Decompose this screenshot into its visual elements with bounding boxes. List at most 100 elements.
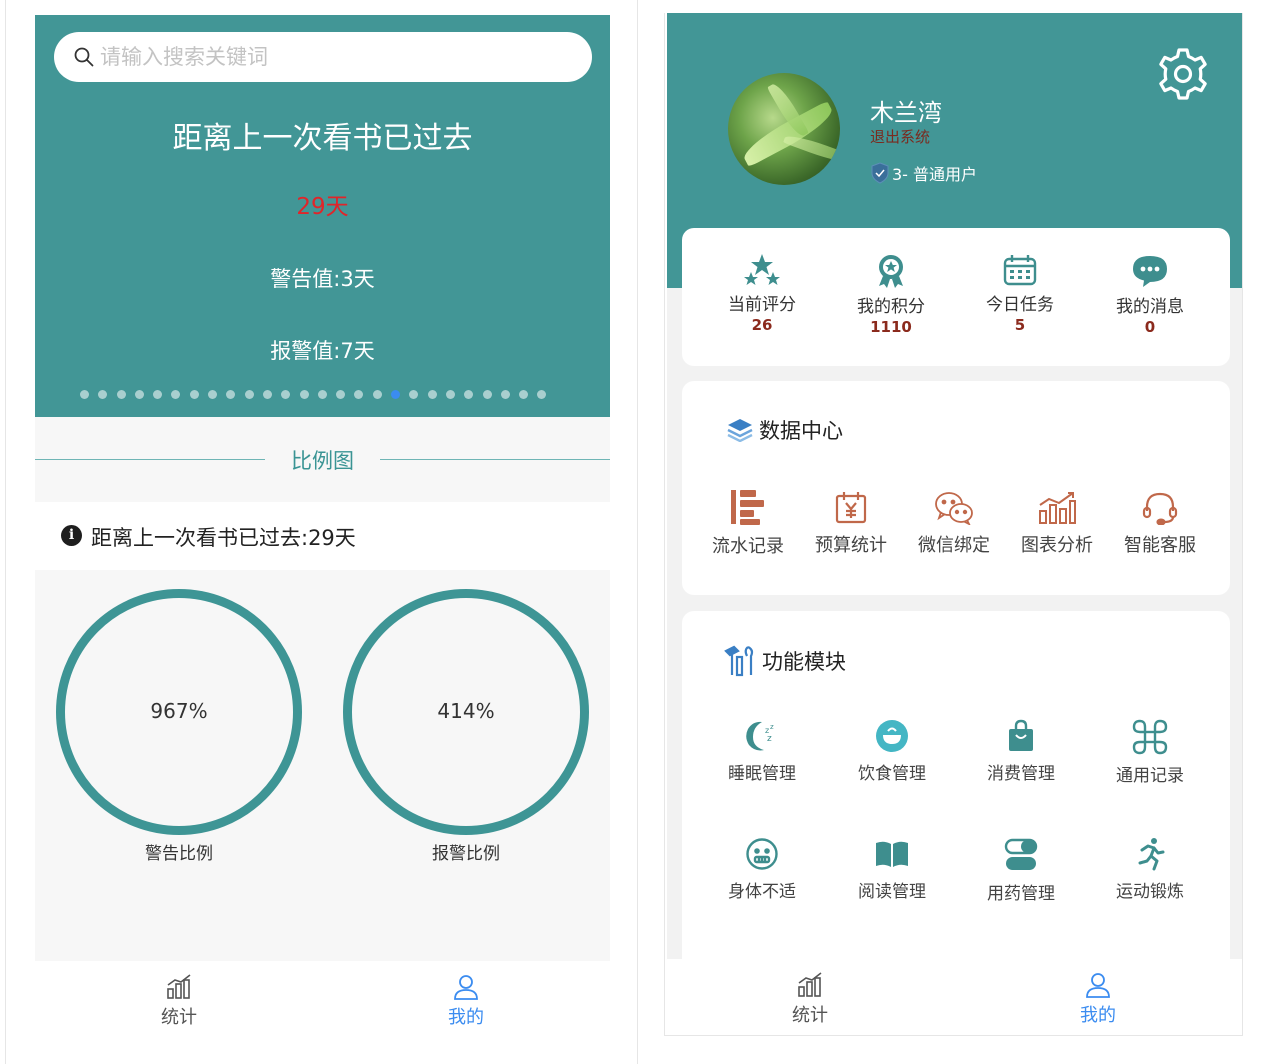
item-label: 阅读管理	[858, 882, 926, 902]
tab-label: 统计	[161, 1007, 197, 1028]
avatar[interactable]	[728, 73, 840, 185]
item-label: 预算统计	[815, 535, 887, 556]
user-icon	[454, 975, 478, 1000]
yen-calendar-icon	[835, 492, 867, 524]
pill-icon	[1004, 838, 1038, 870]
carousel-dot[interactable]	[464, 390, 474, 399]
carousel-dot[interactable]	[189, 390, 199, 399]
carousel-dot[interactable]	[80, 390, 89, 399]
user-role: 3- 普通用户	[870, 161, 977, 185]
shield-icon	[871, 162, 889, 184]
carousel-dot[interactable]	[372, 390, 382, 399]
module-exercise[interactable]: 运动锻炼	[1085, 837, 1215, 902]
gauge-label: 报警比例	[432, 844, 500, 864]
shopping-bag-icon	[1009, 719, 1033, 751]
carousel-dot[interactable]	[537, 390, 547, 399]
search-icon	[74, 47, 94, 67]
data-item-charts[interactable]: 图表分析	[1006, 491, 1108, 557]
section-header: 比例图	[35, 417, 610, 502]
headset-icon	[1142, 492, 1178, 525]
profile-screen: 木兰湾 退出系统 3- 普通用户 当前评分 26 我的积分 1110 今日任务 …	[667, 13, 1242, 1035]
carousel-dot[interactable]	[134, 390, 144, 399]
stat-value: 26	[751, 316, 773, 334]
command-icon	[1132, 719, 1168, 755]
gauge-label: 警告比例	[145, 844, 213, 864]
module-spending[interactable]: 消费管理	[956, 719, 1086, 784]
carousel-dot[interactable]	[208, 390, 218, 399]
carousel-dot[interactable]	[336, 390, 346, 399]
reading-banner[interactable]: 距离上一次看书已过去 29天 警告值:3天 报警值:7天	[35, 15, 610, 417]
stat-points[interactable]: 我的积分 1110	[826, 244, 956, 344]
right-phone-border-bottom	[664, 1035, 1243, 1036]
right-phone-border-left	[664, 13, 665, 1035]
item-label: 运动锻炼	[1116, 882, 1184, 902]
tab-statistics[interactable]: 统计	[129, 961, 229, 1037]
item-label: 图表分析	[1021, 535, 1093, 556]
elapsed-days: 29天	[296, 194, 349, 220]
tab-mine[interactable]: 我的	[1048, 959, 1148, 1035]
carousel-dot[interactable]	[171, 390, 181, 399]
data-item-journal[interactable]: 流水记录	[697, 488, 799, 558]
gauge-value: 967%	[150, 699, 208, 723]
carousel-dot[interactable]	[317, 390, 327, 399]
search-input[interactable]	[100, 40, 570, 74]
carousel-dot[interactable]	[281, 390, 291, 399]
carousel-dot[interactable]	[262, 390, 272, 399]
module-sleep[interactable]: zzz 睡眠管理	[697, 719, 827, 784]
frame-divider	[637, 0, 638, 1064]
svg-text:z: z	[767, 734, 772, 744]
carousel-dot[interactable]	[409, 390, 419, 399]
carousel-dot[interactable]	[244, 390, 254, 399]
statistics-screen: 距离上一次看书已过去 29天 警告值:3天 报警值:7天 比例图 i 距离上一次…	[35, 15, 610, 1037]
stat-value: 5	[1014, 316, 1026, 334]
stat-rating[interactable]: 当前评分 26	[697, 244, 827, 344]
bowl-icon	[876, 720, 908, 752]
module-diet[interactable]: 饮食管理	[827, 719, 957, 784]
logout-link[interactable]: 退出系统	[870, 126, 930, 147]
data-item-support[interactable]: 智能客服	[1109, 491, 1211, 557]
book-icon	[876, 841, 908, 867]
gear-icon[interactable]	[1155, 46, 1211, 102]
carousel-dot[interactable]	[482, 390, 492, 399]
tools-icon	[724, 645, 754, 677]
carousel-dot[interactable]	[427, 390, 437, 399]
tab-bar: 统计 我的	[667, 959, 1242, 1035]
data-center-card: 数据中心 流水记录 预算统计 微信绑定 图表分析 智能客服	[682, 381, 1230, 595]
layers-icon	[727, 419, 753, 442]
carousel-dot[interactable]	[500, 390, 510, 399]
carousel-indicator[interactable]	[80, 390, 556, 400]
stat-value: 1110	[870, 318, 912, 336]
search-bar[interactable]	[54, 32, 592, 82]
item-label: 通用记录	[1116, 766, 1184, 786]
sad-face-icon	[746, 838, 778, 870]
item-label: 用药管理	[987, 884, 1055, 904]
item-label: 消费管理	[987, 764, 1055, 784]
module-discomfort[interactable]: 身体不适	[697, 837, 827, 902]
carousel-dot[interactable]	[391, 390, 401, 399]
module-medication[interactable]: 用药管理	[956, 837, 1086, 904]
stat-tasks[interactable]: 今日任务 5	[955, 244, 1085, 344]
carousel-dot[interactable]	[98, 390, 108, 399]
carousel-dot[interactable]	[299, 390, 309, 399]
tab-statistics[interactable]: 统计	[760, 959, 860, 1035]
module-general[interactable]: 通用记录	[1085, 719, 1215, 786]
stat-label: 今日任务	[986, 295, 1054, 315]
data-item-wechat[interactable]: 微信绑定	[903, 491, 1005, 557]
stat-messages[interactable]: 我的消息 0	[1085, 244, 1215, 344]
carousel-dot[interactable]	[153, 390, 163, 399]
item-label: 微信绑定	[918, 535, 990, 556]
data-item-budget[interactable]: 预算统计	[800, 491, 902, 557]
item-label: 流水记录	[712, 536, 784, 557]
item-label: 睡眠管理	[728, 764, 796, 784]
item-label: 饮食管理	[858, 764, 926, 784]
carousel-dot[interactable]	[116, 390, 126, 399]
carousel-dot[interactable]	[354, 390, 364, 399]
banner-title: 距离上一次看书已过去	[172, 121, 473, 156]
module-reading[interactable]: 阅读管理	[827, 837, 957, 902]
carousel-dot[interactable]	[519, 390, 529, 399]
carousel-dot[interactable]	[226, 390, 236, 399]
stat-label: 当前评分	[728, 295, 796, 315]
item-label: 身体不适	[728, 882, 796, 902]
carousel-dot[interactable]	[445, 390, 455, 399]
tab-mine[interactable]: 我的	[416, 961, 516, 1037]
